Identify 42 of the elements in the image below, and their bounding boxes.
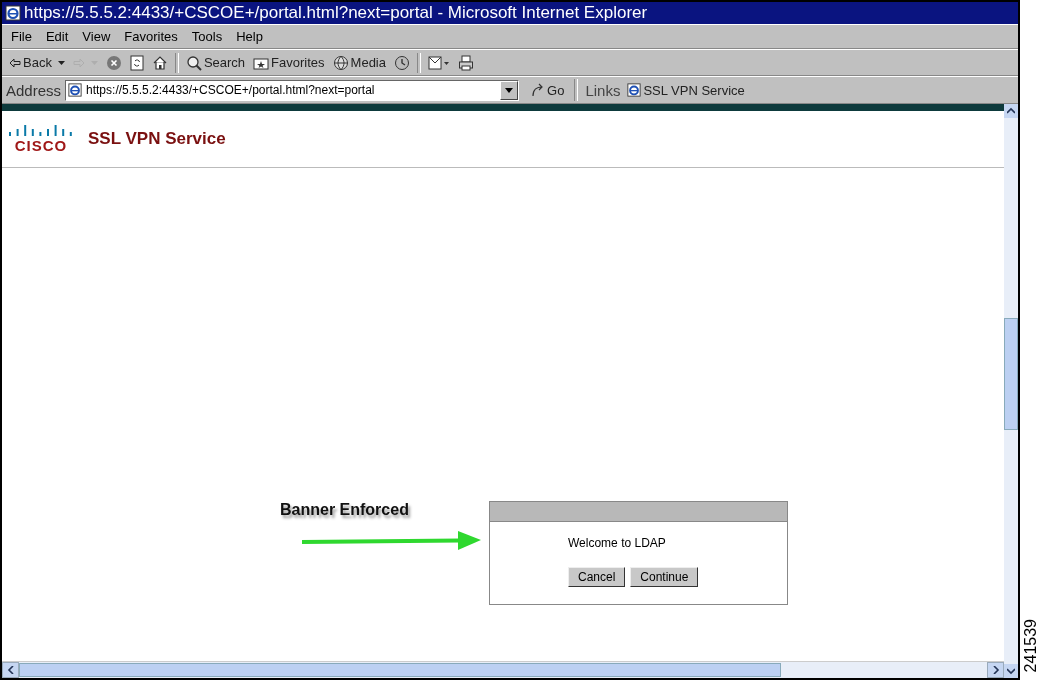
menu-item[interactable]: Tools [186, 29, 228, 44]
search-button[interactable]: Search [182, 53, 249, 72]
stop-icon [105, 54, 122, 71]
page-icon [68, 83, 83, 97]
caret-icon [505, 87, 514, 93]
link-button[interactable]: SSL VPN Service [627, 82, 745, 98]
page-icon [627, 83, 642, 97]
globe-icon [332, 54, 349, 71]
menu-item[interactable]: Help [231, 29, 268, 44]
address-label: Address [6, 81, 62, 99]
dialog-button[interactable]: Continue [630, 567, 699, 587]
home-icon [151, 54, 168, 71]
mail-icon [428, 54, 450, 71]
menu-item[interactable]: View [77, 29, 116, 44]
media-button[interactable]: Media [329, 53, 389, 72]
annotation-label: Banner Enforced [280, 501, 410, 519]
favorites-button[interactable]: Favorites [250, 54, 328, 71]
back-button[interactable]: Back [6, 54, 68, 71]
menu-item[interactable]: Edit [40, 29, 74, 44]
cisco-logo: CISCO [8, 124, 74, 154]
links-label: Links [584, 81, 622, 99]
banner-message: Welcome to LDAP [568, 536, 667, 550]
left-arrow-icon [9, 57, 21, 68]
go-button[interactable]: Go [523, 82, 571, 98]
scroll-thumb[interactable] [19, 663, 781, 677]
figure-number: 241539 [1022, 618, 1040, 672]
vertical-scrollbar[interactable] [1004, 104, 1018, 678]
refresh-icon [129, 54, 144, 71]
horizontal-scrollbar[interactable] [2, 661, 1004, 678]
scroll-thumb[interactable] [1004, 318, 1018, 430]
caret-icon [57, 60, 65, 65]
page-icon [5, 5, 21, 21]
search-icon [185, 54, 202, 71]
menu-item[interactable]: Favorites [119, 29, 183, 44]
page-title: SSL VPN Service [88, 129, 226, 149]
bars-icon [8, 124, 74, 138]
menu-item[interactable]: File [6, 29, 37, 44]
dropdown-button[interactable] [500, 80, 519, 100]
window-title: https://5.5.5.2:4433/+CSCOE+/portal.html?next=portal - Microsoft Internet Explorer [24, 3, 648, 23]
printer-icon [458, 54, 474, 71]
address-field[interactable]: https://5.5.5.2:4433/+CSCOE+/portal.html?next=portal [65, 79, 520, 101]
dialog-button[interactable]: Cancel [568, 567, 626, 587]
